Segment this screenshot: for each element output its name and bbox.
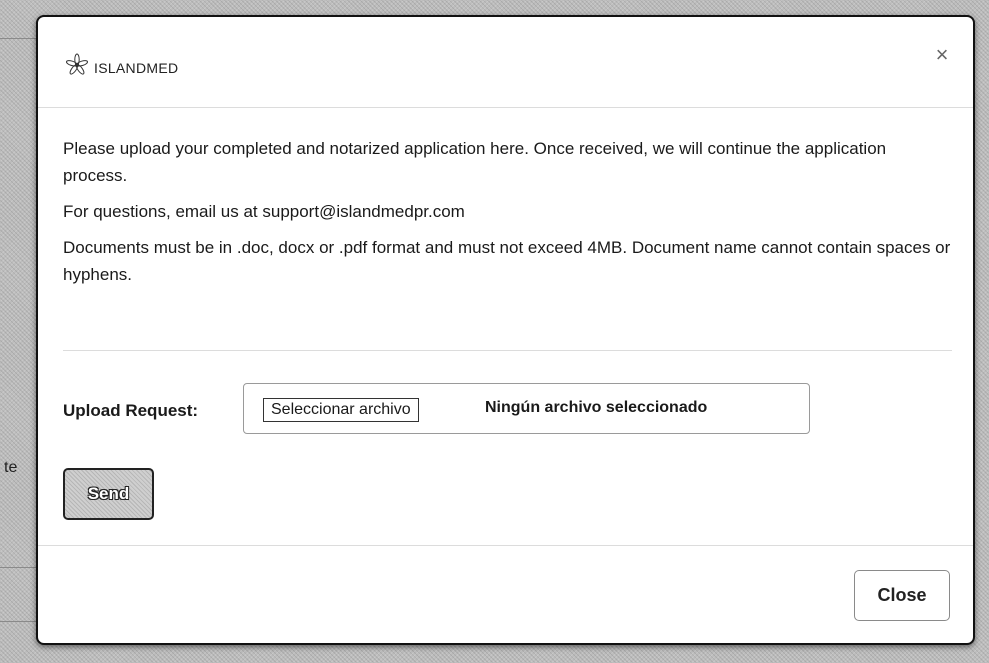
islandmed-logo: ISLANDMED [65,53,178,82]
upload-instructions-text: Please upload your completed and notariz… [63,139,887,185]
file-upload-field[interactable]: Seleccionar archivo Ningún archivo selec… [243,383,810,434]
send-button[interactable]: Send [63,468,154,520]
background-divider-top [0,38,36,39]
file-status-text: Ningún archivo seleccionado [485,399,708,416]
choose-file-button[interactable]: Seleccionar archivo [263,398,419,422]
modal-body: Please upload your completed and notariz… [63,135,951,297]
upload-request-label: Upload Request: [63,401,199,420]
upload-modal-dialog: ISLANDMED × Please upload your completed… [36,15,975,645]
footer-divider [38,545,973,546]
logo-text: ISLANDMED [94,59,179,76]
modal-header: ISLANDMED × [38,17,973,108]
flower-icon [65,53,94,82]
close-button[interactable]: Close [854,570,950,621]
background-divider-middle [0,567,36,568]
document-requirements-text: Documents must be in .doc, docx or .pdf … [63,238,951,284]
background-partial-text: te [4,459,18,476]
close-icon[interactable]: × [933,43,951,67]
background-divider-bottom [0,621,36,622]
body-divider [63,350,952,351]
support-email-text: For questions, email us at support@islan… [63,202,465,221]
